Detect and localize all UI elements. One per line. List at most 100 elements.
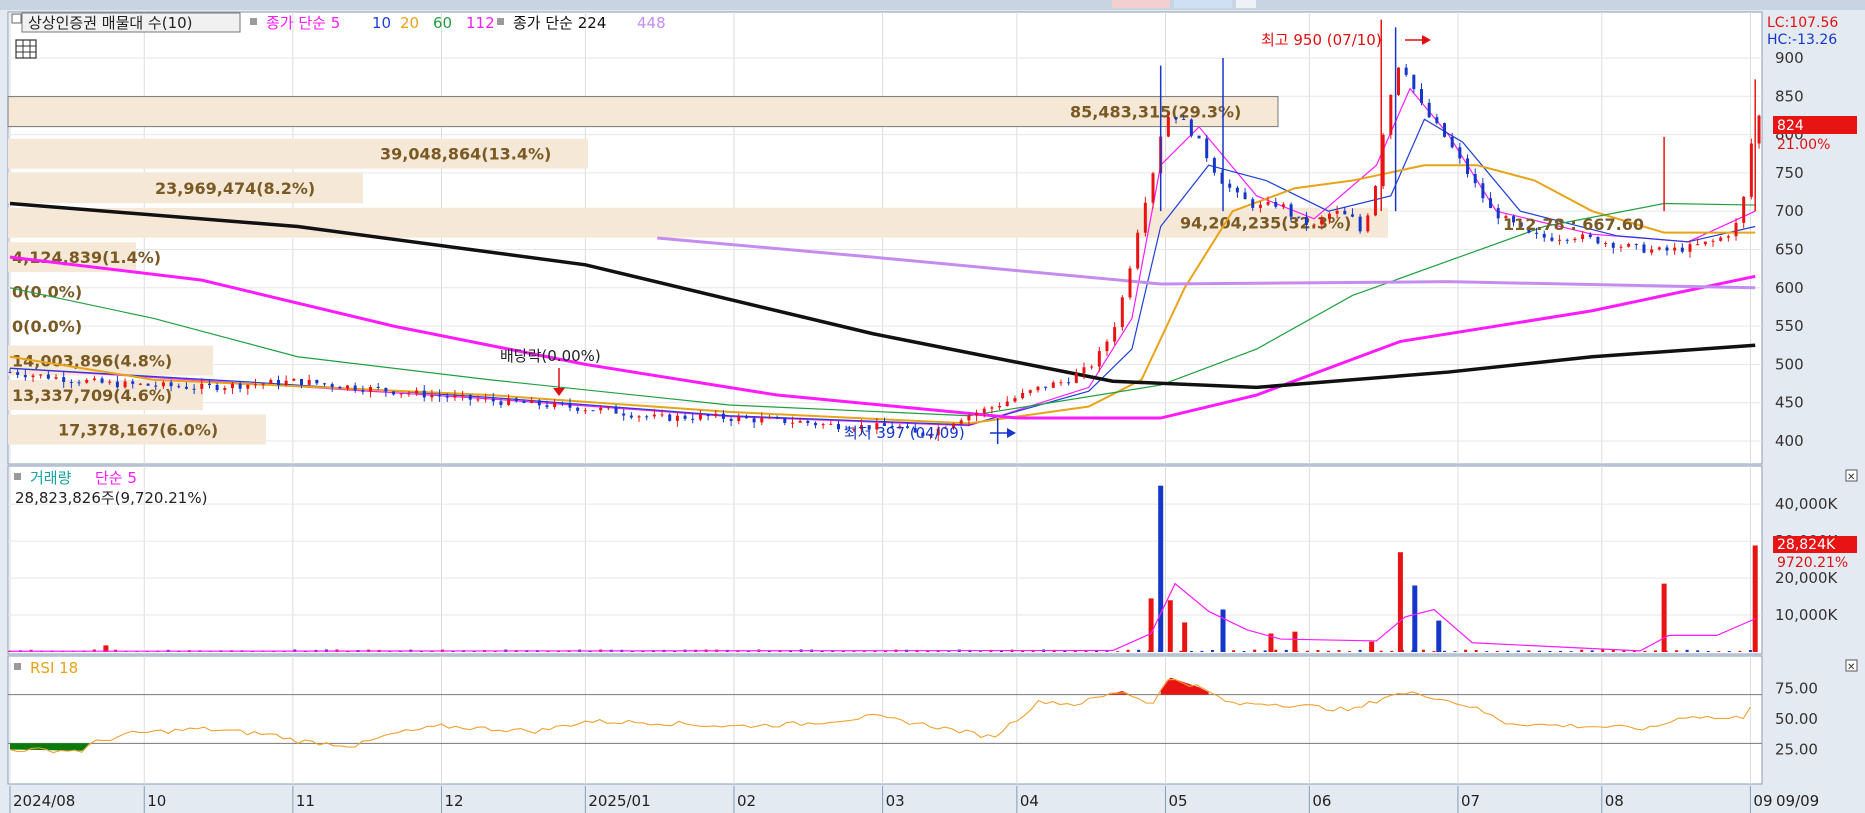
volume-bar-small (1569, 651, 1573, 652)
volume-title: 거래량 (30, 469, 72, 487)
y-tick-label: 400 (1775, 432, 1804, 450)
candle-body (767, 417, 771, 419)
volume-bar-small (1390, 650, 1394, 652)
candle-body (62, 377, 66, 382)
candle-body (729, 418, 733, 422)
volume-bar (1661, 583, 1667, 652)
x-tick-label: 04 (1020, 792, 1039, 810)
candle-body (813, 423, 817, 426)
candle-body (990, 407, 994, 409)
y-tick-label: 25.00 (1775, 741, 1818, 759)
candle-body (1251, 199, 1255, 208)
profile-label: 0(0.0%) (12, 283, 82, 302)
candle-body (392, 391, 396, 395)
candle-body (169, 382, 173, 387)
volume-bar-small (1696, 650, 1700, 652)
candle-body (1688, 244, 1692, 252)
profile-label: 17,378,167(6.0%) (58, 421, 218, 440)
candle-body (752, 418, 756, 423)
candle-body (1128, 268, 1132, 298)
candle-body (1090, 366, 1094, 368)
volume-bar-small (1527, 650, 1531, 652)
candle-body (1182, 118, 1186, 120)
candle-body (1473, 173, 1477, 184)
x-tick-label: 09 (1753, 792, 1772, 810)
candle-body (384, 387, 388, 392)
candle-body (637, 416, 641, 418)
candle-body (453, 395, 457, 398)
candle-body (1734, 222, 1738, 237)
candle-body (461, 394, 465, 396)
table-icon[interactable] (15, 39, 37, 59)
volume-bar-small (1253, 649, 1257, 652)
candle-body (1650, 249, 1654, 253)
candle-body (499, 401, 503, 405)
volume-bar (1158, 485, 1164, 652)
candle-body (545, 405, 549, 408)
volume-bar-small (1675, 650, 1679, 652)
candle-body (967, 415, 971, 421)
ma-legend-label: 종가 단순 5 (266, 14, 340, 32)
candle-body (1013, 398, 1017, 402)
volume-bar-small (1559, 650, 1563, 652)
candle-body (1703, 241, 1707, 245)
candle-body (1235, 187, 1239, 193)
candle-body (69, 381, 73, 383)
candle-body (1749, 143, 1753, 197)
toolbar-button-small[interactable] (1236, 0, 1256, 8)
volume-bar-small (1274, 649, 1278, 652)
candle-body (829, 423, 833, 425)
candle-body (369, 387, 373, 392)
candle-body (622, 413, 626, 416)
x-tick-label: 2024/08 (13, 792, 75, 810)
candle-body (108, 381, 112, 383)
candle-body (100, 378, 104, 383)
x-tick-label: 11 (296, 792, 315, 810)
candle-body (1619, 246, 1623, 248)
ma-legend-period-112: 112 (466, 14, 495, 32)
candle-body (775, 417, 779, 419)
candle-body (1634, 244, 1638, 246)
candle-body (1205, 138, 1209, 159)
volume-bar (1397, 552, 1403, 652)
candle-body (1212, 158, 1216, 173)
toolbar-button-blue[interactable] (1174, 0, 1232, 8)
volume-bar-small (1232, 650, 1236, 652)
volume-plot-area[interactable] (7, 465, 1763, 655)
candle-body (1435, 117, 1439, 124)
y-tick-label: 50.00 (1775, 710, 1818, 728)
candle-body (975, 412, 979, 416)
candle-body (77, 382, 81, 384)
candle-body (1396, 67, 1400, 95)
y-tick-label: 500 (1775, 355, 1804, 373)
candle-body (698, 414, 702, 420)
volume-bar-small (1337, 650, 1341, 652)
candle-body (330, 384, 334, 387)
panel-menu-icon[interactable] (11, 13, 22, 24)
volume-bar-small (1601, 649, 1605, 652)
candle-body (1266, 201, 1270, 205)
x-tick-label: 03 (886, 792, 905, 810)
volume-bar-small (1506, 650, 1510, 652)
candle-body (1105, 341, 1109, 352)
candle-body (46, 374, 50, 379)
candle-body (115, 381, 119, 388)
current-volume-change: 9720.21% (1777, 555, 1848, 571)
candle-body (146, 383, 150, 386)
volume-bar-small (1685, 649, 1689, 652)
profile-label: 23,969,474(8.2%) (155, 179, 315, 198)
candle-body (606, 407, 610, 409)
candle-body (1258, 204, 1262, 208)
price-plot-area[interactable] (7, 11, 1763, 465)
toolbar-button-red[interactable] (1112, 0, 1170, 8)
stock-chart[interactable]: 85,483,315(29.3%) 39,048,864(13.4%) 23,969… (0, 0, 1865, 813)
current-price: 824 (1777, 118, 1804, 134)
candle-body (1757, 115, 1761, 144)
volume-bar-small (1464, 649, 1468, 652)
candle-body (292, 378, 296, 381)
candle-body (1565, 239, 1569, 241)
volume-bar-small (1284, 649, 1288, 652)
legend-bullet-icon (14, 663, 21, 670)
candle-body (1496, 208, 1500, 219)
volume-bar-small (852, 651, 856, 652)
